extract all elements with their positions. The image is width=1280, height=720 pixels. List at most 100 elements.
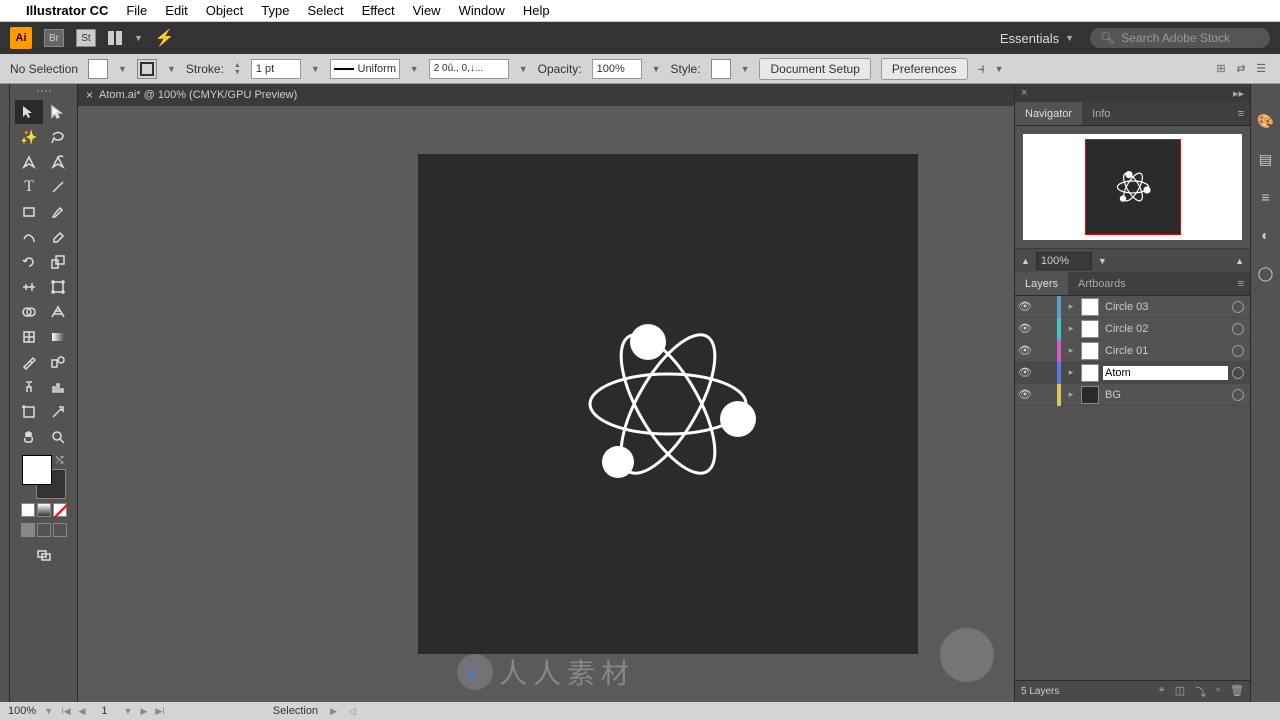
menu-help[interactable]: Help (523, 3, 550, 18)
align-dropdown-icon[interactable]: ▼ (995, 64, 1004, 74)
document-tab[interactable]: × Atom.ai* @ 100% (CMYK/GPU Preview) (78, 88, 305, 102)
panel-close-icon[interactable]: × (1021, 87, 1027, 99)
color-gradient-icon[interactable] (37, 503, 51, 517)
visibility-toggle-icon[interactable]: 👁 (1015, 388, 1035, 401)
fill-stroke-swatch[interactable]: ⤭ (22, 455, 66, 499)
bridge-icon[interactable]: Br (44, 29, 64, 47)
paintbrush-tool[interactable] (44, 200, 72, 224)
zoom-tool[interactable] (44, 425, 72, 449)
fill-swatch[interactable] (88, 59, 108, 79)
graphic-style-swatch[interactable] (711, 59, 731, 79)
blend-tool[interactable] (44, 350, 72, 374)
menu-type[interactable]: Type (261, 3, 289, 18)
layer-row[interactable]: 👁▸Circle 03 (1015, 296, 1250, 318)
shaper-tool[interactable] (15, 225, 43, 249)
navigator-thumbnail[interactable] (1023, 134, 1242, 240)
make-clipping-mask-icon[interactable]: ◫ (1175, 684, 1185, 700)
direct-selection-tool[interactable] (44, 100, 72, 124)
expand-layer-icon[interactable]: ▸ (1065, 301, 1077, 312)
menu-select[interactable]: Select (307, 3, 343, 18)
align-panel-icon[interactable]: ⇄ (1232, 60, 1250, 78)
atom-artwork[interactable] (568, 314, 768, 494)
stroke-weight-input[interactable]: 1 pt (251, 59, 301, 79)
color-solid-icon[interactable] (21, 503, 35, 517)
layer-thumbnail[interactable] (1081, 364, 1099, 382)
brush-dropdown-icon[interactable]: ▼ (519, 64, 528, 74)
layer-row[interactable]: 👁▸Circle 01 (1015, 340, 1250, 362)
menu-effect[interactable]: Effect (362, 3, 395, 18)
shape-builder-tool[interactable] (15, 300, 43, 324)
stroke-panel-icon[interactable]: ≡ (1257, 188, 1275, 206)
prev-artboard-icon[interactable]: ◀ (78, 706, 85, 717)
draw-normal-icon[interactable] (21, 523, 35, 537)
menu-window[interactable]: Window (459, 3, 505, 18)
stroke-weight-dropdown-icon[interactable]: ▼ (311, 64, 320, 74)
screen-mode-icon[interactable] (30, 543, 58, 567)
scale-tool[interactable] (44, 250, 72, 274)
document-setup-button[interactable]: Document Setup (759, 58, 870, 80)
align-icon[interactable]: ⫞ (978, 60, 985, 77)
play-overlay-icon[interactable] (940, 628, 994, 682)
free-transform-tool[interactable] (44, 275, 72, 299)
style-dropdown-icon[interactable]: ▼ (741, 64, 750, 74)
target-icon[interactable] (1232, 345, 1244, 357)
tools-grip[interactable] (29, 90, 59, 96)
foreground-swatch[interactable] (22, 455, 52, 485)
artboard-tool[interactable] (15, 400, 43, 424)
zoom-dropdown-icon[interactable]: ▼ (1098, 256, 1107, 266)
locate-object-icon[interactable]: ⌖ (1159, 684, 1165, 700)
stock-icon[interactable]: St (76, 29, 96, 47)
create-sublayer-icon[interactable]: ⤵ (1195, 684, 1206, 700)
slice-tool[interactable] (44, 400, 72, 424)
type-tool[interactable]: T (15, 175, 43, 199)
transform-panel-icon[interactable]: ⊞ (1212, 60, 1230, 78)
transparency-panel-icon[interactable]: ◐ (1257, 226, 1275, 244)
eyedropper-tool[interactable] (15, 350, 43, 374)
opacity-dropdown-icon[interactable]: ▼ (652, 64, 661, 74)
layer-thumbnail[interactable] (1081, 298, 1099, 316)
layer-row[interactable]: 👁 ▸ BG (1015, 384, 1250, 406)
color-none-icon[interactable] (53, 503, 67, 517)
lasso-tool[interactable] (44, 125, 72, 149)
arrange-dropdown-icon[interactable]: ▼ (134, 33, 143, 43)
arrange-documents-icon[interactable] (108, 31, 122, 45)
profile-dropdown-icon[interactable]: ▼ (410, 64, 419, 74)
status-zoom[interactable]: 100% (8, 705, 36, 717)
eraser-tool[interactable] (44, 225, 72, 249)
app-menu[interactable]: Illustrator CC (26, 3, 108, 18)
canvas[interactable]: ◉ 人人素材 (78, 106, 1014, 702)
zoom-in-icon[interactable]: ▲ (1235, 256, 1244, 266)
first-artboard-icon[interactable]: I◀ (61, 706, 70, 717)
layer-thumbnail[interactable] (1081, 342, 1099, 360)
new-layer-icon[interactable]: ▫ (1216, 684, 1220, 700)
tab-info[interactable]: Info (1082, 102, 1120, 125)
brush-definition[interactable]: 2 0û., 0,↓... (429, 59, 509, 79)
artboard[interactable] (418, 154, 918, 654)
expand-layer-icon[interactable]: ▸ (1065, 389, 1077, 400)
close-tab-icon[interactable]: × (86, 88, 93, 102)
menu-file[interactable]: File (126, 3, 147, 18)
curvature-tool[interactable] (44, 150, 72, 174)
layer-name[interactable]: BG (1103, 389, 1228, 401)
gradient-tool[interactable] (44, 325, 72, 349)
menu-object[interactable]: Object (206, 3, 244, 18)
tab-navigator[interactable]: Navigator (1015, 102, 1082, 125)
draw-inside-icon[interactable] (53, 523, 67, 537)
layer-name[interactable]: Circle 02 (1103, 323, 1228, 335)
color-panel-icon[interactable]: 🎨 (1257, 112, 1275, 130)
expand-layer-icon[interactable]: ▸ (1065, 367, 1077, 378)
layer-row[interactable]: 👁▸Atom (1015, 362, 1250, 384)
list-panel-icon[interactable]: ☰ (1252, 60, 1270, 78)
menu-view[interactable]: View (413, 3, 441, 18)
draw-behind-icon[interactable] (37, 523, 51, 537)
magic-wand-tool[interactable]: ✨ (15, 125, 43, 149)
target-icon[interactable] (1232, 323, 1244, 335)
rotate-tool[interactable] (15, 250, 43, 274)
hand-tool[interactable] (15, 425, 43, 449)
left-collapse-strip[interactable] (0, 84, 10, 702)
next-artboard-icon[interactable]: ▶ (140, 706, 147, 717)
visibility-toggle-icon[interactable]: 👁 (1015, 322, 1035, 335)
target-icon[interactable] (1232, 367, 1244, 379)
expand-layer-icon[interactable]: ▸ (1065, 345, 1077, 356)
symbol-sprayer-tool[interactable] (15, 375, 43, 399)
